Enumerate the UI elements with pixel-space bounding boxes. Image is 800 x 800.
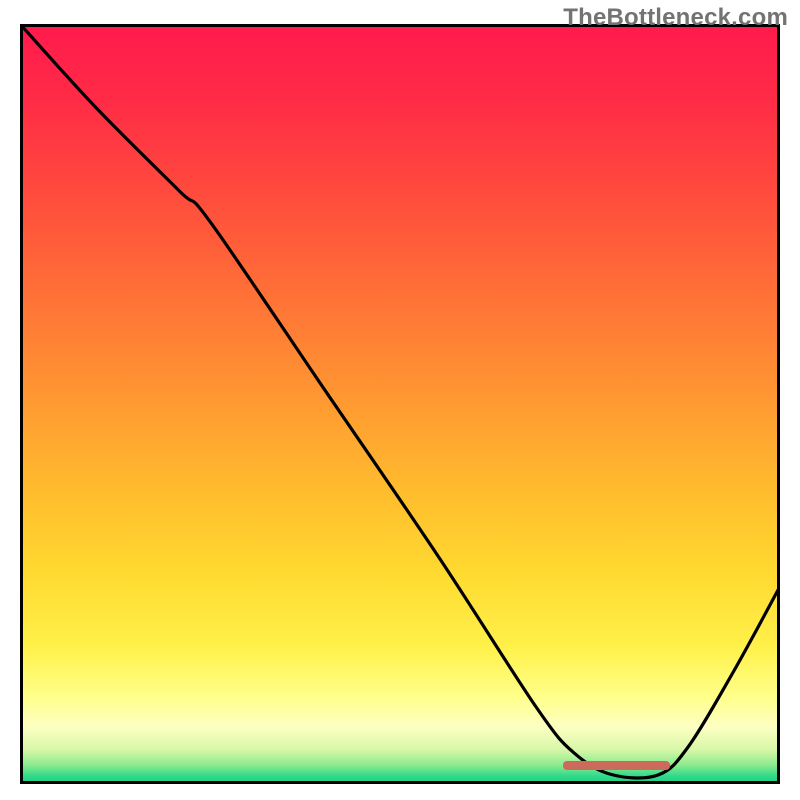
optimal-range-marker	[563, 761, 669, 770]
background-gradient	[20, 24, 780, 784]
plot-area	[20, 24, 780, 784]
chart-frame: TheBottleneck.com	[0, 0, 800, 800]
watermark-text: TheBottleneck.com	[563, 4, 788, 32]
